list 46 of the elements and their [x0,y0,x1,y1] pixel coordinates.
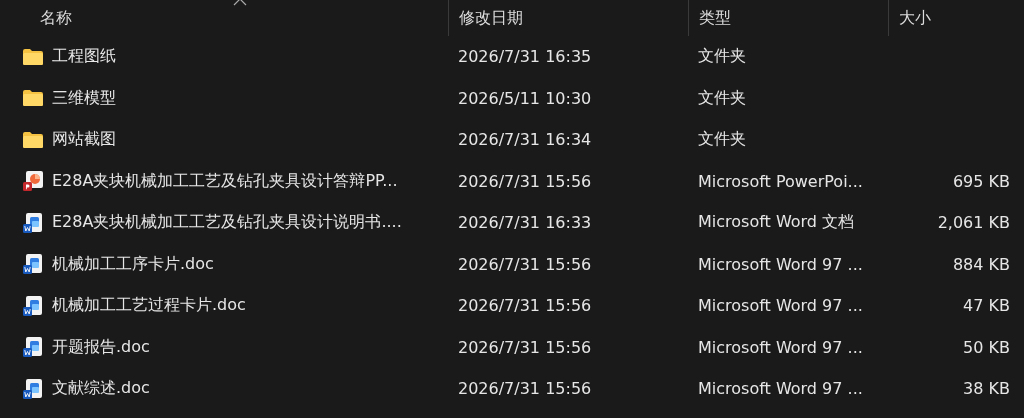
document-file-icon [22,253,44,276]
modified-date: 2026/7/31 16:33 [457,213,593,233]
file-type: Microsoft Word 97 ... [697,379,864,399]
document-file-icon [22,211,44,234]
modified-date: 2026/5/11 10:30 [457,88,593,108]
folder-icon [22,130,44,149]
file-type: Microsoft Word 97 ... [697,337,864,357]
file-name[interactable]: 机械加工工序卡片.doc [52,253,214,275]
modified-date: 2026/7/31 15:56 [457,379,593,399]
modified-date: 2026/7/31 15:56 [457,254,593,274]
column-header[interactable]: 名称 [40,7,72,29]
file-size: 38 KB [963,379,1011,399]
file-name[interactable]: 三维模型 [52,87,116,109]
file-size: 47 KB [963,296,1011,316]
column-header[interactable]: 类型 [699,7,731,29]
modified-date: 2026/7/31 16:35 [457,47,593,67]
file-name[interactable]: 开题报告.doc [52,336,150,358]
file-type: 文件夹 [697,46,747,68]
modified-date: 2026/7/31 15:56 [457,171,593,191]
file-name[interactable]: 工程图纸 [52,46,116,68]
file-name[interactable]: E28A夹块机械加工工艺及钻孔夹具设计答辩PP... [52,170,398,192]
file-size: 695 KB [952,171,1011,191]
file-type: Microsoft Word 97 ... [697,254,864,274]
file-type: 文件夹 [697,87,747,109]
file-size: 2,061 KB [937,213,1011,233]
file-type: Microsoft PowerPoi... [697,171,864,191]
folder-icon [22,89,44,108]
modified-date: 2026/7/31 15:56 [457,337,593,357]
file-size: 884 KB [952,254,1011,274]
document-file-icon [22,377,44,400]
folder-icon [22,47,44,66]
modified-date: 2026/7/31 15:56 [457,296,593,316]
file-name[interactable]: E28A夹块机械加工工艺及钻孔夹具设计说明书.... [52,212,402,234]
modified-date: 2026/7/31 16:34 [457,130,593,150]
file-size: 50 KB [963,337,1011,357]
presentation-file-icon [22,170,44,193]
document-file-icon [22,336,44,359]
column-header[interactable]: 大小 [899,7,931,29]
file-name[interactable]: 网站截图 [52,129,116,151]
file-name[interactable]: 机械加工工艺过程卡片.doc [52,295,246,317]
file-type: Microsoft Word 97 ... [697,296,864,316]
file-type: 文件夹 [697,129,747,151]
column-header[interactable]: 修改日期 [459,7,523,29]
file-type: Microsoft Word 文档 [697,212,856,234]
file-name[interactable]: 文献综述.doc [52,378,150,400]
document-file-icon [22,294,44,317]
